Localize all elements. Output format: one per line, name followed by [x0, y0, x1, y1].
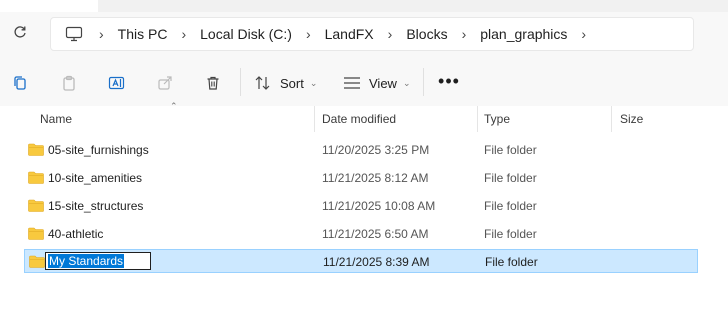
file-type: File folder [484, 199, 537, 213]
list-item[interactable]: 05-site_furnishings 11/20/2025 3:25 PM F… [24, 138, 698, 162]
breadcrumb-landfx[interactable]: LandFX [325, 26, 374, 42]
file-date: 11/20/2025 3:25 PM [322, 143, 430, 157]
view-label: View [369, 75, 397, 91]
toolbar-divider [240, 68, 241, 96]
view-icon [344, 77, 360, 89]
chevron-right-icon[interactable]: › [306, 26, 311, 42]
paste-icon [63, 75, 75, 91]
file-type: File folder [485, 255, 538, 269]
folder-icon [28, 171, 44, 184]
file-date: 11/21/2025 6:50 AM [322, 227, 429, 241]
chevron-down-icon: ⌄ [402, 77, 411, 88]
column-size[interactable]: Size [620, 106, 643, 132]
refresh-icon [14, 26, 26, 38]
file-name: 15-site_structures [48, 199, 144, 213]
paste-button[interactable] [58, 72, 80, 94]
rename-input[interactable]: My Standards [45, 252, 151, 270]
share-button[interactable] [154, 72, 176, 94]
rename-button[interactable] [106, 72, 128, 94]
breadcrumb-this-pc[interactable]: This PC [118, 26, 168, 42]
folder-icon [29, 255, 45, 268]
refresh-button[interactable] [10, 25, 30, 43]
sort-ascending-icon: ⌃ [170, 101, 178, 111]
file-date: 11/21/2025 8:12 AM [322, 171, 429, 185]
column-divider[interactable] [477, 106, 478, 132]
more-options-button[interactable]: ••• [438, 70, 460, 92]
column-date-modified[interactable]: Date modified [322, 106, 396, 132]
breadcrumb-blocks[interactable]: Blocks [406, 26, 447, 42]
folder-icon [28, 199, 44, 212]
folder-icon [28, 143, 44, 156]
copy-icon [14, 76, 26, 90]
file-name: 10-site_amenities [48, 171, 143, 185]
list-item[interactable]: 40-athletic 11/21/2025 6:50 AM File fold… [24, 222, 698, 246]
chevron-right-icon[interactable]: › [99, 26, 104, 42]
breadcrumb-plan-graphics[interactable]: plan_graphics [480, 26, 567, 42]
file-type: File folder [484, 227, 537, 241]
copy-button[interactable] [9, 72, 31, 94]
file-date: 11/21/2025 8:39 AM [323, 255, 430, 269]
folder-icon [28, 227, 44, 240]
sort-button[interactable]: Sort ⌄ [254, 72, 317, 94]
chevron-right-icon[interactable]: › [181, 26, 186, 42]
column-name[interactable]: Name [40, 106, 72, 132]
delete-icon [207, 76, 219, 90]
delete-button[interactable] [202, 72, 224, 94]
list-item-selected[interactable]: My Standards 11/21/2025 8:39 AM File fol… [24, 249, 698, 273]
chevron-right-icon[interactable]: › [462, 26, 467, 42]
view-button[interactable]: View ⌄ [343, 72, 411, 94]
breadcrumb-local-disk[interactable]: Local Disk (C:) [200, 26, 292, 42]
list-item[interactable]: 10-site_amenities 11/21/2025 8:12 AM Fil… [24, 166, 698, 190]
file-type: File folder [484, 171, 537, 185]
address-row: › This PC › Local Disk (C:) › LandFX › B… [0, 12, 728, 56]
list-item[interactable]: 15-site_structures 11/21/2025 10:08 AM F… [24, 194, 698, 218]
share-icon [158, 76, 172, 90]
tab-strip [0, 0, 728, 12]
sort-label: Sort [280, 75, 304, 91]
active-tab-edge [0, 0, 98, 12]
column-divider[interactable] [611, 106, 612, 132]
rename-selected-text[interactable]: My Standards [48, 254, 125, 268]
chevron-right-icon[interactable]: › [581, 26, 586, 42]
column-header: ⌃ Name Date modified Type Size [0, 101, 728, 132]
more-icon: ••• [438, 71, 460, 91]
file-name: 40-athletic [48, 227, 104, 241]
chevron-down-icon: ⌄ [309, 77, 318, 88]
toolbar-divider [423, 68, 424, 96]
file-name: 05-site_furnishings [48, 143, 149, 157]
chevron-right-icon[interactable]: › [388, 26, 393, 42]
rename-icon [108, 76, 125, 90]
command-bar: Sort ⌄ View ⌄ ••• [0, 56, 728, 107]
column-divider[interactable] [314, 106, 315, 132]
sort-icon [255, 76, 270, 90]
file-date: 11/21/2025 10:08 AM [322, 199, 436, 213]
file-type: File folder [484, 143, 537, 157]
monitor-icon [63, 24, 85, 44]
column-type[interactable]: Type [484, 106, 510, 132]
address-bar[interactable]: › This PC › Local Disk (C:) › LandFX › B… [50, 17, 694, 51]
